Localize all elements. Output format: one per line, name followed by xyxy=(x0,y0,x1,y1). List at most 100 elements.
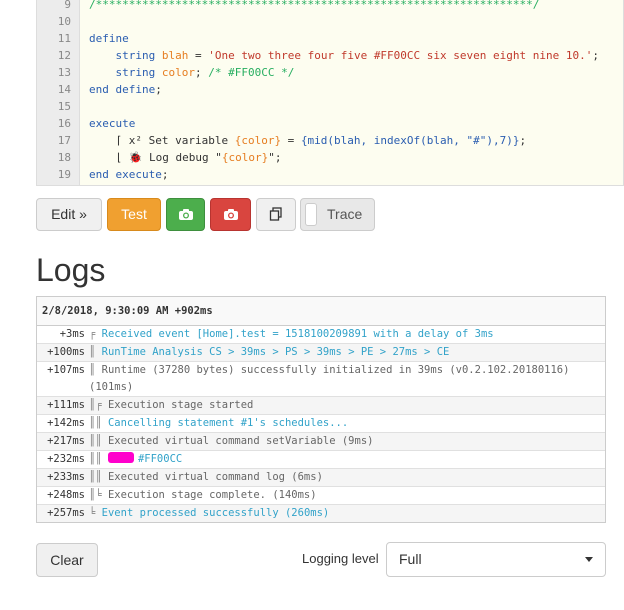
line-number: 16 xyxy=(57,117,71,130)
log-time: +100ms xyxy=(47,346,85,358)
copy-button[interactable] xyxy=(256,198,296,231)
line-number: 18 xyxy=(57,151,71,164)
log-text: Event processed successfully (260ms) xyxy=(101,507,330,519)
code-text: ⌈ x² Set variable {color} = {mid(blah, i… xyxy=(89,134,527,147)
camera-icon xyxy=(178,209,193,220)
log-message: ╒ Received event [Home].test = 151810020… xyxy=(89,326,605,343)
log-message: ║╒ Execution stage started xyxy=(89,397,605,414)
log-message: ╘ Event processed successfully (260ms) xyxy=(89,505,605,522)
code-line: 17 ⌈ x² Set variable {color} = {mid(blah… xyxy=(37,132,623,149)
log-tree-marker: ║║ xyxy=(89,471,108,483)
snapshot-green-button[interactable] xyxy=(166,198,205,231)
line-number: 14 xyxy=(57,83,71,96)
log-tree-marker: ║║ xyxy=(89,453,108,465)
code-line: 15 xyxy=(37,98,623,115)
log-time: +142ms xyxy=(47,417,85,429)
code-line: 14 end define; xyxy=(37,81,623,98)
log-message: ║║ #FF00CC xyxy=(89,451,605,468)
line-number: 10 xyxy=(57,15,71,28)
log-time: +248ms xyxy=(47,489,85,501)
log-time: +111ms xyxy=(47,399,85,411)
log-text: RunTime Analysis CS > 39ms > PS > 39ms >… xyxy=(101,346,450,358)
line-number: 13 xyxy=(57,66,71,79)
log-time: +257ms xyxy=(47,507,85,519)
log-row: +232ms ║║ #FF00CC xyxy=(37,451,605,469)
log-time: +232ms xyxy=(47,453,85,465)
log-time: +217ms xyxy=(47,435,85,447)
log-message: ║╘ Execution stage complete. (140ms) xyxy=(89,487,605,504)
code-text: execute xyxy=(89,117,136,130)
color-swatch xyxy=(107,452,134,463)
code-text: end execute; xyxy=(89,168,169,181)
log-text: Executed virtual command setVariable (9m… xyxy=(107,435,374,447)
code-text: end define; xyxy=(89,83,162,96)
line-number: 9 xyxy=(64,0,71,11)
log-row: +100ms ║ RunTime Analysis CS > 39ms > PS … xyxy=(37,344,605,362)
line-number: 15 xyxy=(57,100,71,113)
code-editor[interactable]: 9 /**************************************… xyxy=(36,0,624,186)
log-message: ║ Runtime (37280 bytes) successfully ini… xyxy=(89,362,605,396)
trace-label: Trace xyxy=(327,206,363,222)
line-number: 12 xyxy=(57,49,71,62)
log-tree-marker: ║╒ xyxy=(89,399,108,411)
clear-button[interactable]: Clear xyxy=(36,543,98,577)
log-text: Runtime (37280 bytes) successfully initi… xyxy=(89,364,570,393)
logging-level-value: Full xyxy=(399,551,422,567)
log-text: #FF00CC xyxy=(137,453,183,465)
logs-title: Logs xyxy=(36,252,106,288)
log-tree-marker: ║║ xyxy=(89,435,108,447)
log-time: +233ms xyxy=(47,471,85,483)
line-number: 11 xyxy=(57,32,71,45)
log-row: +217ms ║║ Executed virtual command setVar… xyxy=(37,433,605,451)
log-tree-marker: ╒ xyxy=(89,328,102,340)
logging-level-label: Logging level xyxy=(302,551,379,566)
log-message: ║║ Cancelling statement #1's schedules..… xyxy=(89,415,605,432)
test-button[interactable]: Test xyxy=(107,198,161,231)
camera-icon xyxy=(223,209,238,220)
log-tree-marker: ║╘ xyxy=(89,489,108,501)
copy-icon xyxy=(269,207,282,221)
code-line: 19 end execute; xyxy=(37,166,623,183)
trace-toggle-knob xyxy=(305,203,317,226)
log-panel: 2/8/2018, 9:30:09 AM +902ms +3ms ╒ Receiv… xyxy=(36,296,606,523)
snapshot-red-button[interactable] xyxy=(210,198,251,231)
line-number: 17 xyxy=(57,134,71,147)
code-text: string blah = 'One two three four five #… xyxy=(115,49,599,62)
code-text: string color; /* #FF00CC */ xyxy=(115,66,295,79)
log-tree-marker: ║ xyxy=(89,346,102,358)
code-line: 11 define xyxy=(37,30,623,47)
code-line: 13 string color; /* #FF00CC */ xyxy=(37,64,623,81)
trace-toggle[interactable]: Trace xyxy=(300,198,375,231)
log-tree-marker: ╘ xyxy=(89,507,102,519)
log-text: Cancelling statement #1's schedules... xyxy=(107,417,349,429)
log-header-timestamp: 2/8/2018, 9:30:09 AM +902ms xyxy=(37,297,605,326)
code-line: 10 xyxy=(37,13,623,30)
edit-button[interactable]: Edit » xyxy=(36,198,102,231)
code-line: 9 /**************************************… xyxy=(37,0,623,13)
code-line: 16 execute xyxy=(37,115,623,132)
code-line: 18 ⌊ 🐞 Log debug "{color}"; xyxy=(37,149,623,166)
log-message: ║ RunTime Analysis CS > 39ms > PS > 39ms… xyxy=(89,344,605,361)
log-row: +248ms ║╘ Execution stage complete. (140m… xyxy=(37,487,605,505)
log-row: +233ms ║║ Executed virtual command log (6… xyxy=(37,469,605,487)
log-text: Execution stage complete. (140ms) xyxy=(107,489,317,501)
logging-level-select[interactable]: Full xyxy=(386,542,606,577)
log-message: ║║ Executed virtual command setVariable … xyxy=(89,433,605,450)
log-text: Executed virtual command log (6ms) xyxy=(107,471,323,483)
code-line: 12 string blah = 'One two three four fiv… xyxy=(37,47,623,64)
chevron-down-icon xyxy=(585,557,593,562)
log-row: +107ms ║ Runtime (37280 bytes) successful… xyxy=(37,362,605,397)
log-message: ║║ Executed virtual command log (6ms) xyxy=(89,469,605,486)
log-text: Execution stage started xyxy=(107,399,254,411)
code-text: define xyxy=(89,32,129,45)
log-time: +107ms xyxy=(47,364,85,376)
code-text: ⌊ 🐞 Log debug "{color}"; xyxy=(89,151,282,164)
line-number: 19 xyxy=(57,168,71,181)
code-text: /***************************************… xyxy=(89,0,540,11)
log-time: +3ms xyxy=(59,328,85,340)
log-row: +257ms ╘ Event processed successfully (26… xyxy=(37,505,605,522)
log-rows: +3ms ╒ Received event [Home].test = 15181… xyxy=(37,326,605,522)
log-row: +111ms ║╒ Execution stage started xyxy=(37,397,605,415)
log-row: +3ms ╒ Received event [Home].test = 15181… xyxy=(37,326,605,344)
log-text: Received event [Home].test = 15181002098… xyxy=(101,328,494,340)
